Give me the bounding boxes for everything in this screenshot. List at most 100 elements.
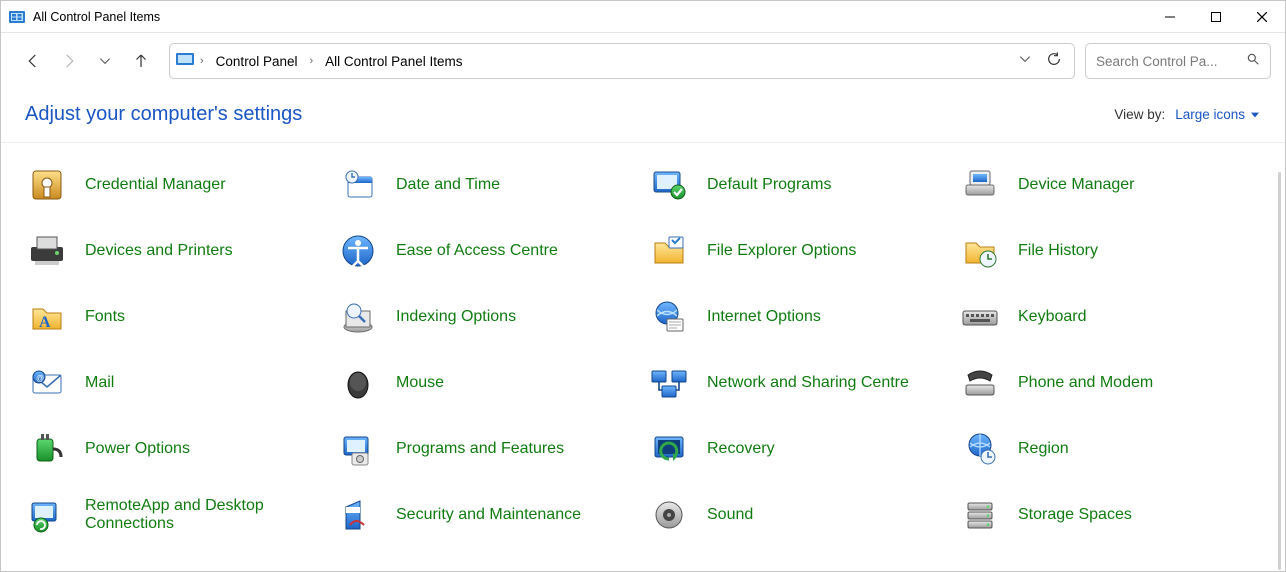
control-panel-item[interactable]: Network and Sharing Centre — [647, 355, 950, 411]
item-label: Phone and Modem — [1018, 374, 1153, 392]
item-label: Fonts — [85, 308, 125, 326]
item-label: Recovery — [707, 440, 775, 458]
keyboard-icon — [958, 295, 1002, 339]
item-label: Keyboard — [1018, 308, 1087, 326]
address-icon — [176, 51, 194, 72]
date-time-icon — [336, 163, 380, 207]
region-icon — [958, 427, 1002, 471]
item-label: Indexing Options — [396, 308, 516, 326]
search-icon[interactable] — [1246, 52, 1260, 71]
nav-forward-button[interactable] — [51, 43, 87, 79]
control-panel-item[interactable]: RemoteApp and Desktop Connections — [25, 487, 328, 543]
chevron-right-icon[interactable]: › — [200, 55, 204, 67]
phone-modem-icon — [958, 361, 1002, 405]
item-label: Date and Time — [396, 176, 500, 194]
control-panel-item[interactable]: Keyboard — [958, 289, 1261, 345]
chevron-down-icon — [1251, 111, 1259, 119]
item-label: Security and Maintenance — [396, 506, 581, 524]
search-input[interactable] — [1096, 54, 1238, 69]
control-panel-item[interactable]: Credential Manager — [25, 157, 328, 213]
item-label: Network and Sharing Centre — [707, 374, 909, 392]
file-history-icon — [958, 229, 1002, 273]
item-label: Power Options — [85, 440, 190, 458]
chevron-right-icon[interactable]: › — [309, 55, 313, 67]
credential-manager-icon — [25, 163, 69, 207]
window-controls — [1147, 1, 1285, 32]
item-label: File Explorer Options — [707, 242, 856, 260]
control-panel-item[interactable]: Mail — [25, 355, 328, 411]
breadcrumb-root[interactable]: Control Panel — [210, 51, 304, 72]
maximize-button[interactable] — [1193, 1, 1239, 32]
item-label: Ease of Access Centre — [396, 242, 558, 260]
nav-back-button[interactable] — [15, 43, 51, 79]
item-label: Mouse — [396, 374, 444, 392]
internet-options-icon — [647, 295, 691, 339]
control-panel-item[interactable]: Sound — [647, 487, 950, 543]
fonts-icon — [25, 295, 69, 339]
control-panel-item[interactable]: Recovery — [647, 421, 950, 477]
devices-printers-icon — [25, 229, 69, 273]
window: All Control Panel Items — [0, 0, 1286, 572]
control-panel-item[interactable]: Date and Time — [336, 157, 639, 213]
view-by-value[interactable]: Large icons — [1175, 107, 1259, 122]
close-button[interactable] — [1239, 1, 1285, 32]
control-panel-item[interactable]: Devices and Printers — [25, 223, 328, 279]
control-panel-item[interactable]: Power Options — [25, 421, 328, 477]
control-panel-item[interactable]: Mouse — [336, 355, 639, 411]
control-panel-item[interactable]: Indexing Options — [336, 289, 639, 345]
scrollbar[interactable] — [1274, 172, 1284, 570]
storage-spaces-icon — [958, 493, 1002, 537]
item-label: Device Manager — [1018, 176, 1135, 194]
network-sharing-icon — [647, 361, 691, 405]
titlebar: All Control Panel Items — [1, 1, 1285, 33]
mouse-icon — [336, 361, 380, 405]
programs-features-icon — [336, 427, 380, 471]
titlebar-left: All Control Panel Items — [9, 9, 160, 25]
power-options-icon — [25, 427, 69, 471]
item-label: Default Programs — [707, 176, 832, 194]
view-by: View by: Large icons — [1114, 107, 1259, 122]
address-bar[interactable]: › Control Panel › All Control Panel Item… — [169, 43, 1075, 79]
control-panel-item[interactable]: Ease of Access Centre — [336, 223, 639, 279]
window-title: All Control Panel Items — [33, 10, 160, 24]
control-panel-item[interactable]: Storage Spaces — [958, 487, 1261, 543]
address-dropdown-button[interactable] — [1018, 52, 1032, 71]
item-label: Credential Manager — [85, 176, 226, 194]
mail-icon — [25, 361, 69, 405]
content-header: Adjust your computer's settings View by:… — [1, 89, 1285, 143]
breadcrumb-leaf[interactable]: All Control Panel Items — [319, 51, 468, 72]
remoteapp-icon — [25, 493, 69, 537]
device-manager-icon — [958, 163, 1002, 207]
item-label: Devices and Printers — [85, 242, 233, 260]
item-label: File History — [1018, 242, 1098, 260]
refresh-button[interactable] — [1046, 51, 1062, 72]
nav-up-button[interactable] — [123, 43, 159, 79]
view-by-value-text: Large icons — [1175, 107, 1245, 122]
control-panel-item[interactable]: Default Programs — [647, 157, 950, 213]
navbar: › Control Panel › All Control Panel Item… — [1, 33, 1285, 89]
page-title: Adjust your computer's settings — [25, 103, 302, 126]
control-panel-item[interactable]: Phone and Modem — [958, 355, 1261, 411]
control-panel-item[interactable]: Region — [958, 421, 1261, 477]
item-label: Mail — [85, 374, 114, 392]
control-panel-item[interactable]: File Explorer Options — [647, 223, 950, 279]
search-box[interactable] — [1085, 43, 1271, 79]
control-panel-item[interactable]: Internet Options — [647, 289, 950, 345]
sound-icon — [647, 493, 691, 537]
minimize-button[interactable] — [1147, 1, 1193, 32]
nav-arrows — [15, 43, 159, 79]
control-panel-item[interactable]: Fonts — [25, 289, 328, 345]
default-programs-icon — [647, 163, 691, 207]
control-panel-item[interactable]: Security and Maintenance — [336, 487, 639, 543]
control-panel-item[interactable]: Programs and Features — [336, 421, 639, 477]
control-panel-icon — [9, 9, 25, 25]
control-panel-item[interactable]: File History — [958, 223, 1261, 279]
ease-of-access-icon — [336, 229, 380, 273]
security-maintenance-icon — [336, 493, 380, 537]
nav-recent-button[interactable] — [87, 43, 123, 79]
item-label: Storage Spaces — [1018, 506, 1132, 524]
control-panel-item[interactable]: Device Manager — [958, 157, 1261, 213]
indexing-options-icon — [336, 295, 380, 339]
item-label: RemoteApp and Desktop Connections — [85, 497, 328, 534]
file-explorer-options-icon — [647, 229, 691, 273]
